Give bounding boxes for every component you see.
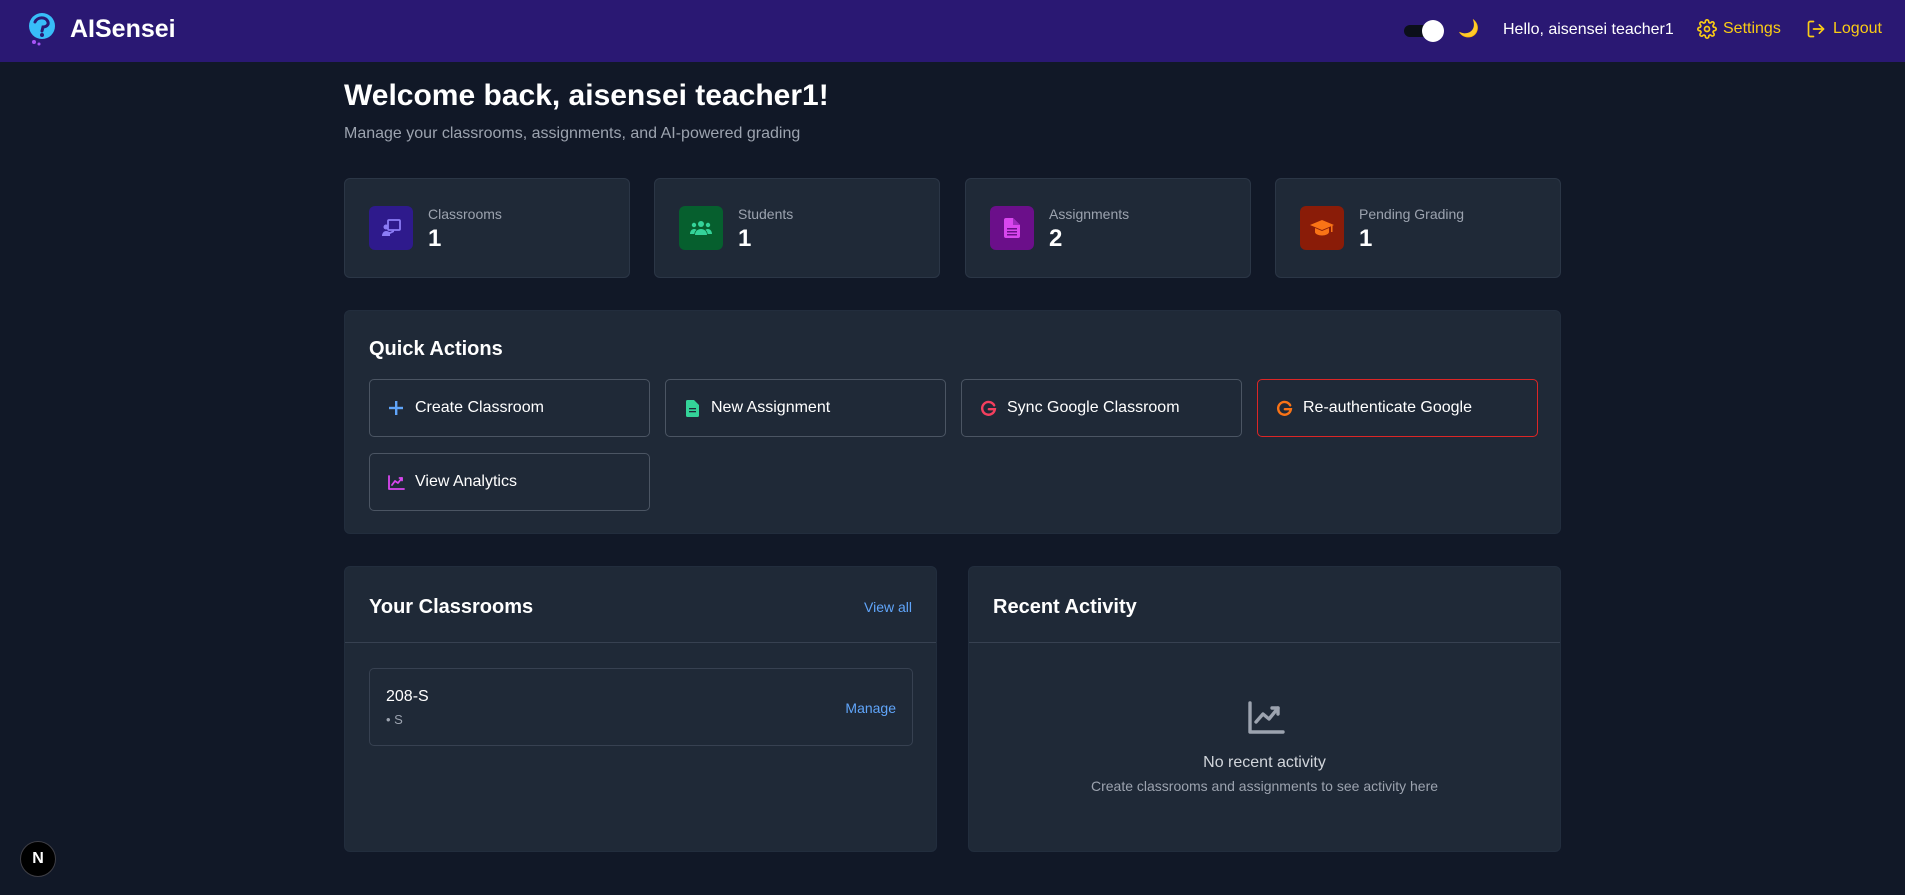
empty-state-subtitle: Create classrooms and assignments to see… <box>1090 778 1439 794</box>
theme-toggle[interactable] <box>1404 20 1444 42</box>
document-icon <box>990 206 1034 250</box>
stat-value: 1 <box>1359 225 1373 252</box>
button-label: New Assignment <box>711 399 831 416</box>
classroom-icon <box>369 206 413 250</box>
stat-label: Classrooms <box>428 206 502 222</box>
stat-label: Students <box>738 206 794 222</box>
stat-value: 1 <box>428 225 442 252</box>
page-title: Welcome back, aisensei teacher1! <box>344 79 829 112</box>
google-icon <box>1274 398 1294 418</box>
file-icon <box>682 398 702 418</box>
user-greeting: Hello, aisensei teacher1 <box>1503 21 1674 38</box>
button-label: Create Classroom <box>415 399 544 416</box>
settings-link[interactable]: Settings <box>1697 17 1781 41</box>
google-icon <box>978 398 998 418</box>
moon-icon: 🌙 <box>1458 19 1480 38</box>
quick-actions-panel: Quick Actions Create Classroom New Assig… <box>344 310 1561 534</box>
page-subtitle: Manage your classrooms, assignments, and… <box>344 125 801 142</box>
stat-label: Assignments <box>1049 206 1130 222</box>
brand[interactable]: AISensei <box>26 12 176 46</box>
classrooms-panel-header: Your Classrooms View all <box>345 567 936 643</box>
chart-area-icon <box>1248 701 1285 734</box>
nextjs-dev-badge[interactable]: N <box>20 841 56 877</box>
classrooms-title: Your Classrooms <box>369 596 534 618</box>
quick-actions-title: Quick Actions <box>369 338 503 360</box>
students-icon <box>679 206 723 250</box>
classroom-name: 208-S <box>386 688 429 705</box>
new-assignment-button[interactable]: New Assignment <box>665 379 946 437</box>
create-classroom-button[interactable]: Create Classroom <box>369 379 650 437</box>
sync-google-classroom-button[interactable]: Sync Google Classroom <box>961 379 1242 437</box>
logout-link[interactable]: Logout <box>1805 17 1882 41</box>
classroom-meta: • S <box>386 712 403 727</box>
button-label: View Analytics <box>415 473 517 490</box>
view-analytics-button[interactable]: View Analytics <box>369 453 650 511</box>
toggle-knob <box>1422 20 1444 42</box>
activity-title: Recent Activity <box>993 596 1137 618</box>
settings-label: Settings <box>1723 20 1781 37</box>
reauthenticate-google-button[interactable]: Re-authenticate Google <box>1257 379 1538 437</box>
empty-state-title: No recent activity <box>1203 754 1326 771</box>
button-label: Re-authenticate Google <box>1303 399 1472 416</box>
view-all-link[interactable]: View all <box>864 597 912 617</box>
logout-label: Logout <box>1833 20 1882 37</box>
stat-card-students: Students 1 <box>654 178 940 278</box>
stat-card-assignments: Assignments 2 <box>965 178 1251 278</box>
classroom-list-item[interactable]: 208-S • S Manage <box>369 668 913 746</box>
app-name: AISensei <box>70 15 176 43</box>
logout-icon <box>1807 20 1825 38</box>
manage-classroom-link[interactable]: Manage <box>845 699 896 717</box>
stat-card-pending-grading: Pending Grading 1 <box>1275 178 1561 278</box>
recent-activity-panel: Recent Activity No recent activity Creat… <box>968 566 1561 852</box>
activity-panel-header: Recent Activity <box>969 567 1560 643</box>
stat-value: 1 <box>738 225 752 252</box>
classrooms-panel: Your Classrooms View all 208-S • S Manag… <box>344 566 937 852</box>
stat-label: Pending Grading <box>1359 206 1465 222</box>
chart-line-icon <box>386 472 406 492</box>
button-label: Sync Google Classroom <box>1007 399 1180 416</box>
stat-value: 2 <box>1049 225 1063 252</box>
stat-card-classrooms: Classrooms 1 <box>344 178 630 278</box>
plus-icon <box>386 398 406 418</box>
gear-icon <box>1697 19 1717 39</box>
top-navbar: AISensei 🌙 Hello, aisensei teacher1 Sett… <box>0 0 1905 62</box>
brain-logo-icon <box>29 13 55 46</box>
graduation-cap-icon <box>1300 206 1344 250</box>
